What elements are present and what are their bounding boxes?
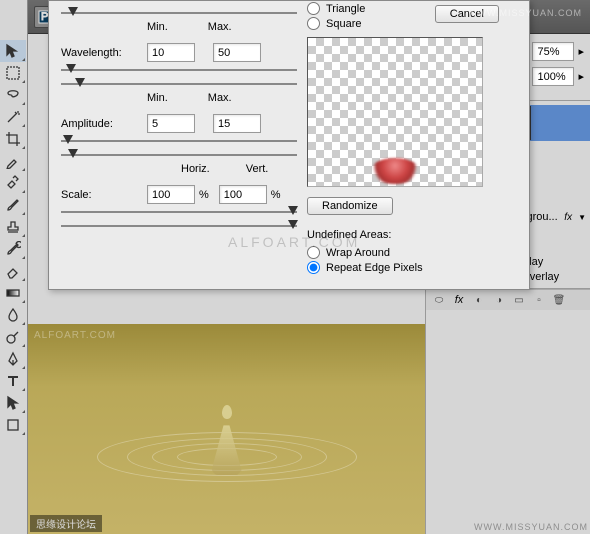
- preview-box: [307, 37, 483, 187]
- pct-1: %: [199, 189, 209, 201]
- min-label: Min.: [147, 21, 168, 33]
- fx-badge[interactable]: fx: [564, 212, 572, 223]
- scale-v-input[interactable]: [219, 185, 267, 204]
- horiz-label: Horiz.: [181, 163, 210, 175]
- adjustment-icon[interactable]: ◑: [490, 293, 508, 307]
- healing-tool[interactable]: [0, 172, 26, 194]
- max-label-2: Max.: [208, 92, 232, 104]
- generators-slider[interactable]: [61, 7, 297, 19]
- min-label-2: Min.: [147, 92, 168, 104]
- amplitude-max-input[interactable]: [213, 114, 261, 133]
- fx-icon[interactable]: fx: [450, 293, 468, 307]
- chevron-down-icon-3[interactable]: ▼: [578, 213, 586, 222]
- watermark-forum: 思缘设计论坛: [30, 515, 102, 532]
- max-label: Max.: [208, 21, 232, 33]
- water-splash: [167, 397, 287, 477]
- scale-label: Scale:: [61, 189, 147, 201]
- dodge-tool[interactable]: [0, 326, 26, 348]
- brush-tool[interactable]: [0, 194, 26, 216]
- scale-h-input[interactable]: [147, 185, 195, 204]
- vert-label: Vert.: [246, 163, 269, 175]
- amplitude-min-slider[interactable]: [61, 135, 297, 147]
- history-brush-tool[interactable]: [0, 238, 26, 260]
- amplitude-max-slider[interactable]: [61, 149, 297, 161]
- path-select-tool[interactable]: [0, 392, 26, 414]
- link-icon[interactable]: ⬭: [430, 293, 448, 307]
- watermark-missyuan: WWW.MISSYUAN.COM: [468, 8, 582, 18]
- shape-tool[interactable]: [0, 414, 26, 436]
- fill-input[interactable]: [532, 67, 574, 86]
- pen-tool[interactable]: [0, 348, 26, 370]
- randomize-button[interactable]: Randomize: [307, 197, 393, 215]
- watermark-missyuan-2: WWW.MISSYUAN.COM: [474, 522, 588, 532]
- gradient-tool[interactable]: [0, 282, 26, 304]
- canvas[interactable]: ALFOART.COM 思缘设计论坛: [28, 324, 425, 534]
- wavelength-min-slider[interactable]: [61, 64, 297, 76]
- watermark-alfoart-2: ALFOART.COM: [34, 330, 116, 341]
- folder-icon[interactable]: ▭: [510, 293, 528, 307]
- pct-2: %: [271, 189, 281, 201]
- wavelength-label: Wavelength:: [61, 47, 147, 59]
- repeat-radio[interactable]: Repeat Edge Pixels: [307, 260, 517, 275]
- opacity-input[interactable]: [532, 42, 574, 61]
- marquee-tool[interactable]: [0, 62, 26, 84]
- chevron-down-icon-2[interactable]: ▸: [578, 70, 584, 83]
- layers-toolbar: ⬭ fx ◐ ◑ ▭ ▫ 🗑: [426, 289, 590, 310]
- wavelength-min-input[interactable]: [147, 43, 195, 62]
- eraser-tool[interactable]: [0, 260, 26, 282]
- wand-tool[interactable]: [0, 106, 26, 128]
- mask-icon[interactable]: ◐: [470, 293, 488, 307]
- new-layer-icon[interactable]: ▫: [530, 293, 548, 307]
- move-tool[interactable]: [0, 40, 26, 62]
- chevron-down-icon[interactable]: ▸: [578, 45, 584, 58]
- amplitude-label: Amplitude:: [61, 118, 147, 130]
- type-tool[interactable]: [0, 370, 26, 392]
- lasso-tool[interactable]: [0, 84, 26, 106]
- stamp-tool[interactable]: [0, 216, 26, 238]
- watermark-alfoart: ALFOART.COM: [228, 234, 360, 250]
- blur-tool[interactable]: [0, 304, 26, 326]
- scale-v-slider[interactable]: [61, 220, 297, 232]
- toolbox: [0, 0, 28, 534]
- eyedropper-tool[interactable]: [0, 150, 26, 172]
- wavelength-max-input[interactable]: [213, 43, 261, 62]
- trash-icon[interactable]: 🗑: [550, 293, 568, 307]
- amplitude-min-input[interactable]: [147, 114, 195, 133]
- wavelength-max-slider[interactable]: [61, 78, 297, 90]
- scale-h-slider[interactable]: [61, 206, 297, 218]
- crop-tool[interactable]: [0, 128, 26, 150]
